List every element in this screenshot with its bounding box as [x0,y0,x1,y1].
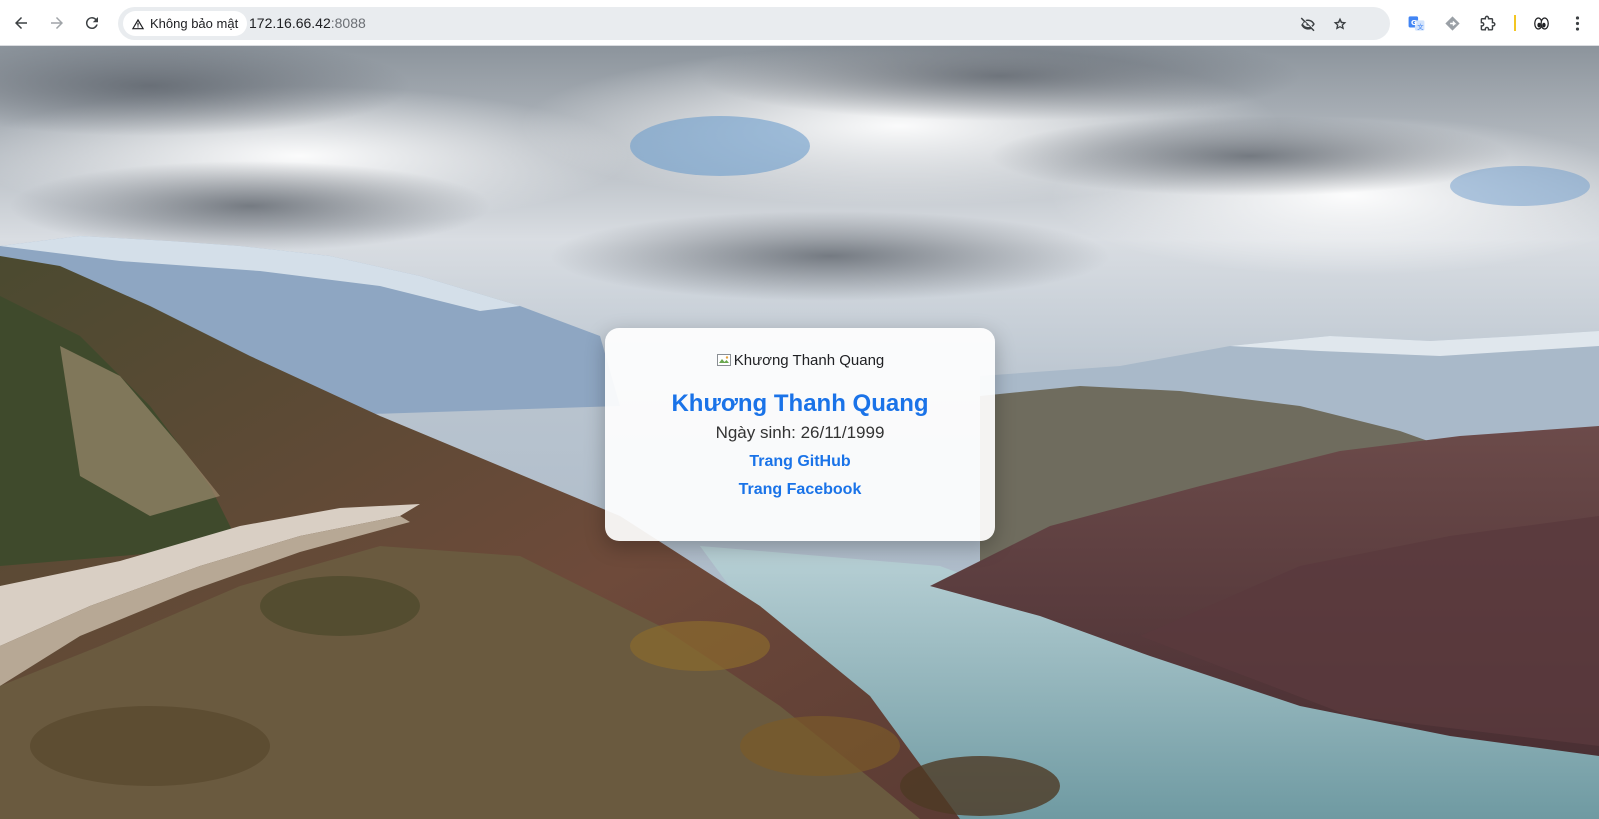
extensions-menu-button[interactable] [1476,11,1500,35]
url-host: 172.16.66.42 [249,15,331,31]
bookmark-button[interactable] [1329,13,1350,34]
url-port: :8088 [330,15,366,31]
avatar-image: Khương Thanh Quang [711,350,889,370]
github-link[interactable]: Trang GitHub [605,453,995,471]
puzzle-icon [1480,15,1495,31]
facebook-link[interactable]: Trang Facebook [605,481,995,499]
reload-icon [85,17,98,30]
back-button[interactable] [6,8,36,38]
translate-extension-button[interactable]: G文 [1404,11,1428,35]
eyes-icon [1533,16,1549,30]
reload-button[interactable] [77,8,107,38]
url-text[interactable]: 172.16.66.42:8088 [249,15,366,31]
forward-button[interactable] [42,8,72,38]
toolbar-divider [1514,15,1516,31]
browser-menu-button[interactable] [1565,11,1589,35]
extension-button[interactable] [1440,11,1464,35]
date-of-birth: Ngày sinh: 26/11/1999 [715,423,885,442]
address-bar[interactable]: Không bảo mật 172.16.66.42:8088 [118,7,1390,40]
extension-arrow-icon [1444,15,1460,31]
profile-card: Khương Thanh Quang Khương Thanh Quang Ng… [605,328,995,541]
broken-image-icon [716,354,731,366]
avatar-alt-text: Khương Thanh Quang [733,351,885,369]
svg-text:G: G [1410,18,1416,27]
translate-icon: G文 [1408,15,1424,31]
browser-toolbar: Không bảo mật 172.16.66.42:8088 G文 [0,0,1599,46]
svg-text:文: 文 [1417,22,1424,31]
star-icon [1333,17,1346,30]
hide-password-button[interactable] [1297,13,1318,34]
warning-icon [131,18,145,29]
back-icon [15,17,27,29]
more-vert-icon [1575,15,1579,31]
forward-icon [51,17,63,29]
profile-button[interactable] [1529,11,1553,35]
security-label: Không bảo mật [150,16,239,31]
eye-off-icon [1300,16,1315,31]
page-viewport: Khương Thanh Quang Khương Thanh Quang Ng… [0,46,1599,819]
profile-name: Khương Thanh Quang [671,390,929,417]
security-chip[interactable]: Không bảo mật [123,11,248,36]
